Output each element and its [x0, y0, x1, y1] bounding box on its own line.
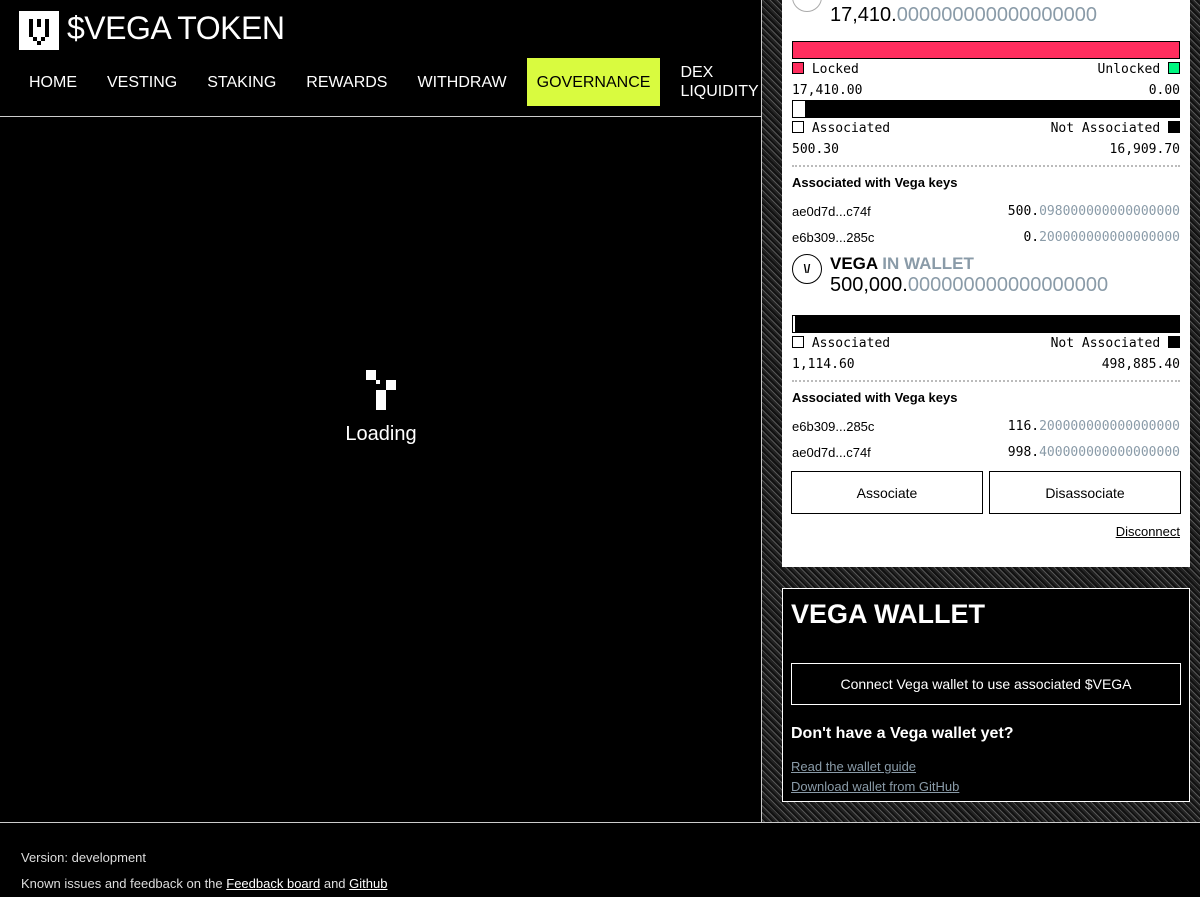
key-row: ae0d7d...c74f 998.400000000000000000: [792, 444, 1180, 460]
nav-vesting[interactable]: VESTING: [92, 58, 192, 106]
disassociate-button[interactable]: Disassociate: [989, 471, 1181, 514]
wallet-association-bar: [792, 315, 1180, 333]
association-bar: [792, 100, 1180, 118]
not-associated-value: 16,909.70: [1109, 142, 1180, 157]
nav-rewards[interactable]: REWARDS: [291, 58, 402, 106]
associated-value: 1,114.60: [792, 357, 855, 372]
vega-logo-icon[interactable]: [19, 11, 59, 50]
loader-icon: [366, 370, 396, 410]
version-text: Version: development: [21, 850, 147, 865]
vega-wallet-panel: VEGA WALLET Connect Vega wallet to use a…: [782, 588, 1190, 802]
ethereum-wallet-card: 17,410.000000000000000000 Locked Unlocke…: [782, 0, 1190, 567]
locked-value: 17,410.00: [792, 83, 863, 98]
vega-wallet-title: VEGA WALLET: [791, 599, 985, 629]
associated-legend: Associated: [792, 336, 890, 351]
vesting-token-icon: [792, 0, 822, 12]
nav-staking[interactable]: STAKING: [192, 58, 291, 106]
download-wallet-link[interactable]: Download wallet from GitHub: [791, 777, 1181, 797]
vega-token-icon: \/: [792, 254, 822, 284]
associate-button[interactable]: Associate: [791, 471, 983, 514]
main-area: $VEGA TOKEN HOME VESTING STAKING REWARDS…: [0, 0, 762, 823]
disconnect-link[interactable]: Disconnect: [1116, 524, 1180, 539]
nav-governance[interactable]: GOVERNANCE: [526, 58, 661, 106]
loading-text: Loading: [345, 423, 417, 445]
vesting-amount: 17,410.000000000000000000: [830, 4, 1097, 26]
associated-legend: Associated: [792, 121, 890, 136]
key-row: e6b309...285c 116.200000000000000000: [792, 418, 1180, 434]
token-heading: VEGA IN WALLET: [830, 254, 974, 273]
app-title: $VEGA TOKEN: [67, 10, 285, 46]
not-associated-legend: Not Associated: [1051, 121, 1180, 136]
no-wallet-heading: Don't have a Vega wallet yet?: [791, 725, 1014, 742]
nav-withdraw[interactable]: WITHDRAW: [402, 58, 521, 106]
nav-dex-liquidity[interactable]: DEX LIQUIDITY: [665, 58, 765, 106]
footer: Version: development Known issues and fe…: [0, 822, 1200, 891]
main-nav: HOME VESTING STAKING REWARDS WITHDRAW GO…: [14, 58, 765, 106]
key-row: ae0d7d...c74f 500.098000000000000000: [792, 203, 1180, 219]
header: $VEGA TOKEN HOME VESTING STAKING REWARDS…: [0, 0, 761, 117]
locked-bar: [792, 41, 1180, 59]
loading-indicator: Loading: [0, 370, 762, 446]
key-row: e6b309...285c 0.200000000000000000: [792, 229, 1180, 245]
locked-legend: Locked: [792, 62, 859, 77]
feedback-board-link[interactable]: Feedback board: [226, 876, 320, 891]
unlocked-legend: Unlocked: [1098, 62, 1180, 77]
wallet-guide-link[interactable]: Read the wallet guide: [791, 757, 1181, 777]
keys-heading: Associated with Vega keys: [792, 175, 958, 190]
unlocked-value: 0.00: [1148, 83, 1180, 98]
associated-value: 500.30: [792, 142, 839, 157]
wallet-amount: 500,000.000000000000000000: [830, 274, 1109, 296]
keys-heading: Associated with Vega keys: [792, 390, 958, 405]
github-link[interactable]: Github: [349, 876, 387, 891]
nav-home[interactable]: HOME: [14, 58, 92, 106]
connect-vega-wallet-button[interactable]: Connect Vega wallet to use associated $V…: [791, 663, 1181, 705]
sidebar: 17,410.000000000000000000 Locked Unlocke…: [762, 0, 1200, 823]
not-associated-value: 498,885.40: [1101, 357, 1180, 372]
not-associated-legend: Not Associated: [1051, 336, 1180, 351]
feedback-text: Known issues and feedback on the Feedbac…: [21, 876, 388, 891]
